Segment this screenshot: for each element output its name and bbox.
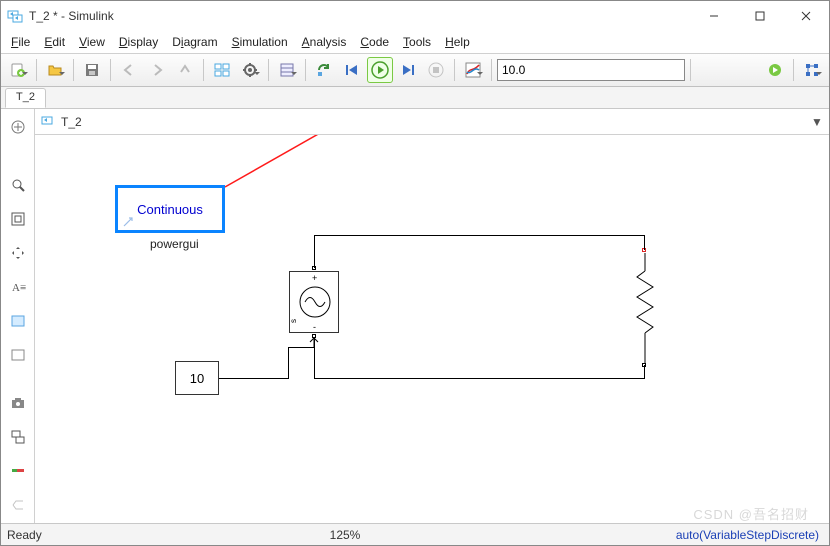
area-button[interactable] — [6, 309, 30, 333]
titlebar: T_2 * - Simulink — [1, 1, 829, 31]
wire — [314, 378, 645, 379]
menu-file[interactable]: File — [5, 33, 36, 51]
constant-value: 10 — [190, 371, 204, 386]
toolbar — [1, 53, 829, 87]
svg-text:s: s — [290, 319, 298, 323]
minimize-button[interactable] — [691, 1, 737, 31]
screenshot-button[interactable] — [6, 391, 30, 415]
wire — [314, 235, 315, 268]
update-diagram-button[interactable] — [311, 57, 337, 83]
canvas[interactable]: Continuous powergui 10 + - s — [35, 135, 829, 523]
menu-view[interactable]: View — [73, 33, 111, 51]
data-inspector-button[interactable] — [460, 57, 486, 83]
maximize-button[interactable] — [737, 1, 783, 31]
resistor-block[interactable] — [632, 253, 658, 363]
app-window: T_2 * - Simulink File Edit View Display … — [0, 0, 830, 546]
forward-button[interactable] — [144, 57, 170, 83]
svg-text:A≡: A≡ — [12, 282, 26, 294]
wire — [644, 365, 645, 379]
menubar: File Edit View Display Diagram Simulatio… — [1, 31, 829, 53]
close-button[interactable] — [783, 1, 829, 31]
new-button[interactable] — [5, 57, 31, 83]
find-button[interactable] — [6, 425, 30, 449]
tab-t2[interactable]: T_2 — [5, 88, 46, 108]
svg-text:+: + — [312, 273, 317, 283]
stop-button[interactable] — [423, 57, 449, 83]
main-area: T_2 ▼ Continuous powergui 10 — [35, 109, 829, 523]
badge-icon — [122, 216, 134, 228]
back-button[interactable] — [116, 57, 142, 83]
up-button[interactable] — [172, 57, 198, 83]
powergui-text: Continuous — [137, 202, 203, 217]
wire — [314, 235, 645, 236]
step-forward-button[interactable] — [395, 57, 421, 83]
model-icon — [41, 114, 57, 130]
breadcrumb-dropdown[interactable]: ▼ — [811, 115, 823, 129]
powergui-block[interactable]: Continuous — [115, 185, 225, 233]
config-button[interactable] — [237, 57, 263, 83]
tabstrip: T_2 — [1, 87, 829, 109]
open-button[interactable] — [42, 57, 68, 83]
body: A≡ T_2 ▼ Continuous — [1, 109, 829, 523]
ac-source-block[interactable]: + - s — [289, 271, 339, 333]
menu-diagram[interactable]: Diagram — [166, 33, 223, 51]
show-all-button[interactable] — [6, 115, 30, 139]
legend-button[interactable] — [6, 493, 30, 517]
ac-source-icon: + - s — [290, 271, 338, 333]
record-button[interactable] — [6, 459, 30, 483]
status-ready: Ready — [1, 528, 81, 542]
zoom-button[interactable] — [6, 173, 30, 197]
step-back-button[interactable] — [339, 57, 365, 83]
status-solver[interactable]: auto(VariableStepDiscrete) — [609, 528, 829, 542]
wire — [288, 347, 314, 348]
menu-code[interactable]: Code — [354, 33, 395, 51]
window-title: T_2 * - Simulink — [29, 9, 691, 23]
powergui-label: powergui — [150, 237, 199, 251]
constant-block[interactable]: 10 — [175, 361, 219, 395]
status-zoom[interactable]: 125% — [81, 528, 609, 542]
fit-button[interactable] — [6, 207, 30, 231]
pan-button[interactable] — [6, 241, 30, 265]
wire — [288, 347, 289, 379]
wire — [644, 235, 645, 250]
save-button[interactable] — [79, 57, 105, 83]
svg-text:-: - — [313, 322, 316, 332]
menu-simulation[interactable]: Simulation — [226, 33, 294, 51]
library-browser-button[interactable] — [209, 57, 235, 83]
annotate-button[interactable]: A≡ — [6, 275, 30, 299]
model-explorer-button[interactable] — [274, 57, 300, 83]
breadcrumb: T_2 ▼ — [35, 109, 829, 135]
menu-analysis[interactable]: Analysis — [296, 33, 353, 51]
fastrestart-button[interactable] — [762, 57, 788, 83]
menu-display[interactable]: Display — [113, 33, 164, 51]
menu-tools[interactable]: Tools — [397, 33, 437, 51]
watermark: CSDN @吾名招财 — [693, 504, 809, 523]
stop-time-input[interactable] — [497, 59, 685, 81]
statusbar: Ready 125% auto(VariableStepDiscrete) — [1, 523, 829, 545]
image-button[interactable] — [6, 343, 30, 367]
menu-help[interactable]: Help — [439, 33, 476, 51]
build-button[interactable] — [799, 57, 825, 83]
simulink-icon — [7, 8, 23, 24]
left-toolstrip: A≡ — [1, 109, 35, 523]
menu-edit[interactable]: Edit — [38, 33, 71, 51]
wire — [219, 378, 289, 379]
wire — [314, 338, 315, 378]
breadcrumb-text[interactable]: T_2 — [61, 115, 811, 129]
run-button[interactable] — [367, 57, 393, 83]
